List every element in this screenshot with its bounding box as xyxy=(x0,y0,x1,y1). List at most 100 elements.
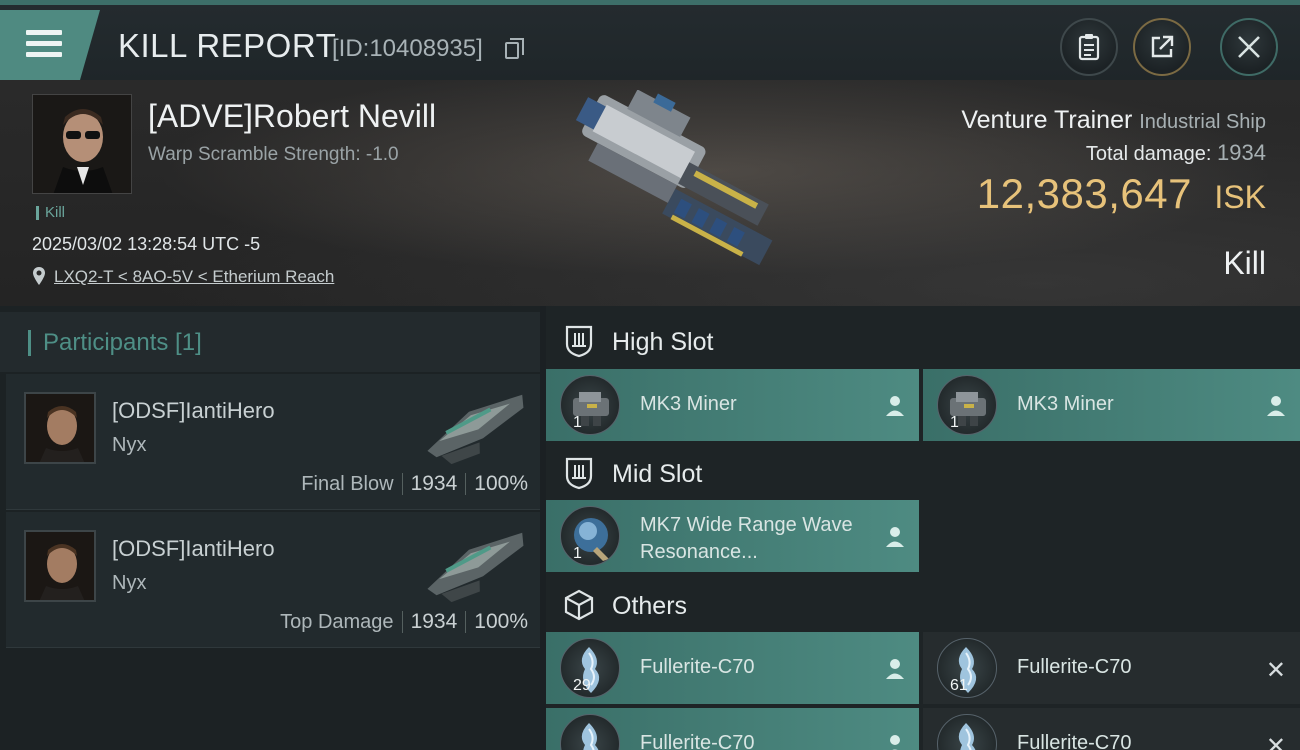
isk-value: 12,383,647 xyxy=(976,170,1192,217)
avatar[interactable] xyxy=(24,530,96,602)
ship-class: Industrial Ship xyxy=(1139,111,1266,133)
menu-button[interactable] xyxy=(0,10,100,80)
participant-ship: Nyx xyxy=(112,572,147,594)
module-item[interactable]: 1 MK3 Miner xyxy=(546,369,919,441)
victim-ship-name[interactable]: Venture Trainer Industrial Ship xyxy=(961,106,1266,135)
high-slot-header: High Slot xyxy=(546,310,1300,370)
participant-stats: Final Blow 1934 100% xyxy=(301,472,528,496)
result-label: Kill xyxy=(1223,245,1266,281)
destroyed-icon: ✕ xyxy=(1265,733,1286,750)
others-header: Others xyxy=(546,574,1300,634)
separator xyxy=(401,473,403,496)
person-icon[interactable] xyxy=(1266,395,1286,417)
item-name: MK3 Miner xyxy=(640,393,737,415)
mid-slot-title: Mid Slot xyxy=(612,460,703,488)
menu-icon-bar xyxy=(26,41,62,46)
share-button[interactable] xyxy=(1133,18,1191,76)
cargo-item[interactable]: 29 Fullerite-C70 xyxy=(546,632,919,704)
item-name: Fullerite-C70 xyxy=(640,732,755,750)
location-link[interactable]: LXQ2-T < 8AO-5V < Etherium Reach xyxy=(54,267,334,287)
cargo-item[interactable]: 61 Fullerite-C70 ✕ xyxy=(923,632,1300,704)
participant-damage: 1934 xyxy=(410,610,458,633)
close-icon xyxy=(1238,36,1260,58)
participant-name: [ODSF]IantiHero xyxy=(112,398,275,423)
person-icon[interactable] xyxy=(885,526,905,548)
participant-damage: 1934 xyxy=(410,472,458,495)
fullerite-icon xyxy=(937,714,997,750)
high-slot-title: High Slot xyxy=(612,328,714,356)
clipboard-button[interactable] xyxy=(1060,18,1118,76)
victim-panel: [ADVE]Robert Nevill Warp Scramble Streng… xyxy=(0,80,1300,306)
avatar[interactable] xyxy=(24,392,96,464)
fullerite-icon xyxy=(560,714,620,750)
fullerite-icon-art xyxy=(958,723,976,750)
item-quantity: 61 xyxy=(950,677,968,694)
participants-title: Participants [1] xyxy=(28,330,202,356)
close-button[interactable] xyxy=(1220,18,1278,76)
item-name: MK7 Wide Range Wave Resonance... xyxy=(640,514,853,563)
location-pin-icon xyxy=(33,267,45,285)
ship-name: Venture Trainer xyxy=(961,106,1133,134)
kill-tag: Kill xyxy=(36,205,65,220)
mid-slot-header: Mid Slot xyxy=(546,442,1300,502)
total-damage-value: 1934 xyxy=(1217,140,1266,165)
participant-card[interactable]: [ODSF]IantiHero Nyx Final Blow 1934 100% xyxy=(6,374,540,510)
item-quantity: 1 xyxy=(573,545,582,562)
miner-icon: 1 xyxy=(937,375,997,435)
others-title: Others xyxy=(612,592,688,620)
scanner-icon: 1 xyxy=(560,506,620,566)
page-title: KILL REPORT xyxy=(118,27,337,64)
top-bar: KILL REPORT [ID:10408935] xyxy=(0,0,1300,80)
total-damage: Total damage: 1934 xyxy=(1086,140,1266,166)
participant-stats: Top Damage 1934 100% xyxy=(280,610,528,634)
participant-stat-label: Final Blow xyxy=(301,473,394,495)
item-name: Fullerite-C70 xyxy=(1017,656,1132,678)
item-name: Fullerite-C70 xyxy=(640,656,755,678)
participant-portrait xyxy=(26,532,94,600)
miner-icon-art xyxy=(573,392,609,426)
module-item[interactable]: 1 MK3 Miner xyxy=(923,369,1300,441)
fullerite-icon: 61 xyxy=(937,638,997,698)
participant-portrait xyxy=(26,394,94,462)
kill-datetime: 2025/03/02 13:28:54 UTC -5 xyxy=(32,234,261,254)
report-id: [ID:10408935] xyxy=(332,35,483,62)
participants-panel: Participants [1] [ODSF]IantiHero Nyx Fin… xyxy=(0,306,540,750)
cube-icon xyxy=(564,589,594,621)
item-name: MK3 Miner xyxy=(1017,393,1114,415)
person-icon[interactable] xyxy=(885,658,905,680)
copy-icon[interactable] xyxy=(505,38,524,59)
victim-portrait[interactable] xyxy=(32,94,132,194)
victim-name[interactable]: [ADVE]Robert Nevill xyxy=(148,98,436,135)
fullerite-icon: 29 xyxy=(560,638,620,698)
participant-percent: 100% xyxy=(474,610,528,633)
miner-icon: 1 xyxy=(560,375,620,435)
item-quantity: 29 xyxy=(573,677,591,694)
participant-ship-image xyxy=(427,532,524,603)
module-item[interactable]: 1 MK7 Wide Range Wave Resonance... xyxy=(546,500,919,572)
participant-percent: 100% xyxy=(474,472,528,495)
avatar xyxy=(33,95,131,193)
miner-icon-art xyxy=(950,392,986,426)
share-icon xyxy=(1151,35,1174,58)
menu-icon xyxy=(26,30,62,35)
fitting-panel: High Slot 1 MK3 Miner 1 MK3 Miner Mid Sl… xyxy=(546,306,1300,750)
separator xyxy=(465,611,467,634)
separator xyxy=(401,611,403,634)
fullerite-icon-art xyxy=(581,723,599,750)
participants-header: Participants [1] xyxy=(0,312,540,372)
participant-stat-label: Top Damage xyxy=(280,611,394,633)
destroyed-icon: ✕ xyxy=(1265,657,1286,684)
clipboard-icon xyxy=(1078,34,1100,61)
menu-icon-bar xyxy=(26,52,62,57)
participant-ship: Nyx xyxy=(112,434,147,456)
person-icon[interactable] xyxy=(885,395,905,417)
total-damage-label: Total damage: xyxy=(1085,143,1212,165)
cargo-item[interactable]: Fullerite-C70 xyxy=(546,708,919,750)
participant-card[interactable]: [ODSF]IantiHero Nyx Top Damage 1934 100% xyxy=(6,512,540,648)
separator xyxy=(465,473,467,496)
cargo-item[interactable]: Fullerite-C70 ✕ xyxy=(923,708,1300,750)
person-icon[interactable] xyxy=(885,734,905,750)
warp-scramble-strength: Warp Scramble Strength: -1.0 xyxy=(148,144,399,165)
item-name: Fullerite-C70 xyxy=(1017,732,1132,750)
item-quantity: 1 xyxy=(573,414,582,431)
